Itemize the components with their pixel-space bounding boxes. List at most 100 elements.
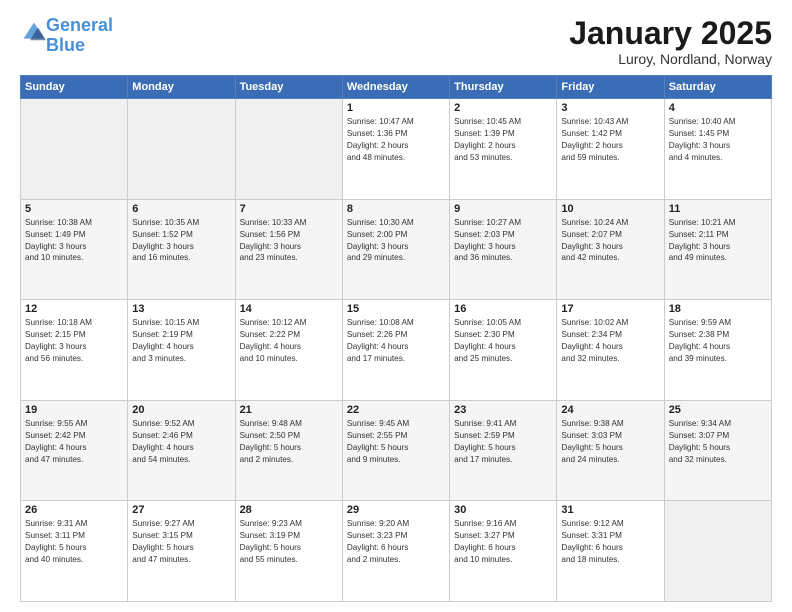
day-detail: Sunrise: 10:35 AM Sunset: 1:52 PM Daylig… [132,217,230,265]
day-number: 23 [454,404,552,416]
day-detail: Sunrise: 10:43 AM Sunset: 1:42 PM Daylig… [561,116,659,164]
day-detail: Sunrise: 10:12 AM Sunset: 2:22 PM Daylig… [240,317,338,365]
day-detail: Sunrise: 9:55 AM Sunset: 2:42 PM Dayligh… [25,418,123,466]
calendar-cell: 29 Sunrise: 9:20 AM Sunset: 3:23 PM Dayli… [342,501,449,602]
day-number: 15 [347,303,445,315]
calendar-cell: 4Sunrise: 10:40 AM Sunset: 1:45 PM Dayli… [664,99,771,200]
day-number: 9 [454,203,552,215]
day-detail: Sunrise: 10:33 AM Sunset: 1:56 PM Daylig… [240,217,338,265]
calendar-cell: 27Sunrise: 9:27 AM Sunset: 3:15 PM Dayli… [128,501,235,602]
calendar-cell: 13 Sunrise: 10:15 AM Sunset: 2:19 PM Dayl… [128,300,235,401]
day-number: 17 [561,303,659,315]
day-number: 31 [561,504,659,516]
calendar-cell: 25 Sunrise: 9:34 AM Sunset: 3:07 PM Dayli… [664,400,771,501]
calendar-cell: 3 Sunrise: 10:43 AM Sunset: 1:42 PM Dayli… [557,99,664,200]
calendar-header-row: Sunday Monday Tuesday Wednesday Thursday… [21,76,772,99]
day-detail: Sunrise: 9:45 AM Sunset: 2:55 PM Dayligh… [347,418,445,466]
week-row-1: 1 Sunrise: 10:47 AM Sunset: 1:36 PM Dayli… [21,99,772,200]
day-detail: Sunrise: 9:27 AM Sunset: 3:15 PM Dayligh… [132,518,230,566]
calendar-cell: 9 Sunrise: 10:27 AM Sunset: 2:03 PM Dayli… [450,199,557,300]
day-detail: Sunrise: 10:05 AM Sunset: 2:30 PM Daylig… [454,317,552,365]
day-detail: Sunrise: 9:31 AM Sunset: 3:11 PM Dayligh… [25,518,123,566]
calendar-cell: 14Sunrise: 10:12 AM Sunset: 2:22 PM Dayl… [235,300,342,401]
calendar-cell: 10 Sunrise: 10:24 AM Sunset: 2:07 PM Dayl… [557,199,664,300]
calendar-cell: 11 Sunrise: 10:21 AM Sunset: 2:11 PM Dayl… [664,199,771,300]
day-detail: Sunrise: 10:27 AM Sunset: 2:03 PM Daylig… [454,217,552,265]
week-row-3: 12Sunrise: 10:18 AM Sunset: 2:15 PM Dayl… [21,300,772,401]
day-number: 10 [561,203,659,215]
calendar-cell: 16 Sunrise: 10:05 AM Sunset: 2:30 PM Dayl… [450,300,557,401]
day-number: 25 [669,404,767,416]
calendar-cell [128,99,235,200]
calendar-cell: 28 Sunrise: 9:23 AM Sunset: 3:19 PM Dayli… [235,501,342,602]
col-friday: Friday [557,76,664,99]
day-detail: Sunrise: 10:21 AM Sunset: 2:11 PM Daylig… [669,217,767,265]
calendar-cell: 7 Sunrise: 10:33 AM Sunset: 1:56 PM Dayli… [235,199,342,300]
col-monday: Monday [128,76,235,99]
calendar-cell: 12Sunrise: 10:18 AM Sunset: 2:15 PM Dayl… [21,300,128,401]
col-saturday: Saturday [664,76,771,99]
day-number: 30 [454,504,552,516]
col-thursday: Thursday [450,76,557,99]
calendar-cell: 19Sunrise: 9:55 AM Sunset: 2:42 PM Dayli… [21,400,128,501]
calendar-cell: 20Sunrise: 9:52 AM Sunset: 2:46 PM Dayli… [128,400,235,501]
day-detail: Sunrise: 10:15 AM Sunset: 2:19 PM Daylig… [132,317,230,365]
calendar-cell [235,99,342,200]
day-detail: Sunrise: 9:59 AM Sunset: 2:38 PM Dayligh… [669,317,767,365]
calendar-cell: 23 Sunrise: 9:41 AM Sunset: 2:59 PM Dayli… [450,400,557,501]
day-detail: Sunrise: 10:08 AM Sunset: 2:26 PM Daylig… [347,317,445,365]
day-detail: Sunrise: 9:34 AM Sunset: 3:07 PM Dayligh… [669,418,767,466]
day-number: 1 [347,102,445,114]
col-wednesday: Wednesday [342,76,449,99]
page-header: General Blue January 2025 Luroy, Nordlan… [20,16,772,67]
calendar-cell: 22 Sunrise: 9:45 AM Sunset: 2:55 PM Dayli… [342,400,449,501]
day-number: 11 [669,203,767,215]
day-number: 24 [561,404,659,416]
day-number: 18 [669,303,767,315]
day-detail: Sunrise: 10:45 AM Sunset: 1:39 PM Daylig… [454,116,552,164]
day-detail: Sunrise: 10:30 AM Sunset: 2:00 PM Daylig… [347,217,445,265]
logo-text: General Blue [46,16,113,56]
day-number: 16 [454,303,552,315]
day-number: 8 [347,203,445,215]
calendar-table: Sunday Monday Tuesday Wednesday Thursday… [20,75,772,602]
day-detail: Sunrise: 10:02 AM Sunset: 2:34 PM Daylig… [561,317,659,365]
logo: General Blue [20,16,113,56]
calendar-cell: 31Sunrise: 9:12 AM Sunset: 3:31 PM Dayli… [557,501,664,602]
col-sunday: Sunday [21,76,128,99]
day-detail: Sunrise: 9:41 AM Sunset: 2:59 PM Dayligh… [454,418,552,466]
day-number: 13 [132,303,230,315]
calendar-cell: 6 Sunrise: 10:35 AM Sunset: 1:52 PM Dayli… [128,199,235,300]
day-number: 6 [132,203,230,215]
day-detail: Sunrise: 10:18 AM Sunset: 2:15 PM Daylig… [25,317,123,365]
calendar-cell: 1 Sunrise: 10:47 AM Sunset: 1:36 PM Dayli… [342,99,449,200]
day-number: 3 [561,102,659,114]
day-number: 2 [454,102,552,114]
week-row-4: 19Sunrise: 9:55 AM Sunset: 2:42 PM Dayli… [21,400,772,501]
day-detail: Sunrise: 10:40 AM Sunset: 1:45 PM Daylig… [669,116,767,164]
day-detail: Sunrise: 10:24 AM Sunset: 2:07 PM Daylig… [561,217,659,265]
calendar-cell: 15 Sunrise: 10:08 AM Sunset: 2:26 PM Dayl… [342,300,449,401]
calendar-cell [21,99,128,200]
calendar-cell: 21Sunrise: 9:48 AM Sunset: 2:50 PM Dayli… [235,400,342,501]
day-detail: Sunrise: 9:20 AM Sunset: 3:23 PM Dayligh… [347,518,445,566]
logo-icon [22,21,46,45]
calendar-cell [664,501,771,602]
day-detail: Sunrise: 10:47 AM Sunset: 1:36 PM Daylig… [347,116,445,164]
day-number: 26 [25,504,123,516]
day-number: 29 [347,504,445,516]
title-block: January 2025 Luroy, Nordland, Norway [569,16,772,67]
calendar-cell: 18 Sunrise: 9:59 AM Sunset: 2:38 PM Dayli… [664,300,771,401]
day-number: 21 [240,404,338,416]
day-detail: Sunrise: 9:23 AM Sunset: 3:19 PM Dayligh… [240,518,338,566]
day-number: 22 [347,404,445,416]
day-number: 28 [240,504,338,516]
day-detail: Sunrise: 10:38 AM Sunset: 1:49 PM Daylig… [25,217,123,265]
day-detail: Sunrise: 9:52 AM Sunset: 2:46 PM Dayligh… [132,418,230,466]
month-title: January 2025 [569,16,772,51]
calendar-cell: 26 Sunrise: 9:31 AM Sunset: 3:11 PM Dayli… [21,501,128,602]
day-number: 5 [25,203,123,215]
calendar-cell: 5 Sunrise: 10:38 AM Sunset: 1:49 PM Dayli… [21,199,128,300]
calendar-cell: 24Sunrise: 9:38 AM Sunset: 3:03 PM Dayli… [557,400,664,501]
day-number: 7 [240,203,338,215]
